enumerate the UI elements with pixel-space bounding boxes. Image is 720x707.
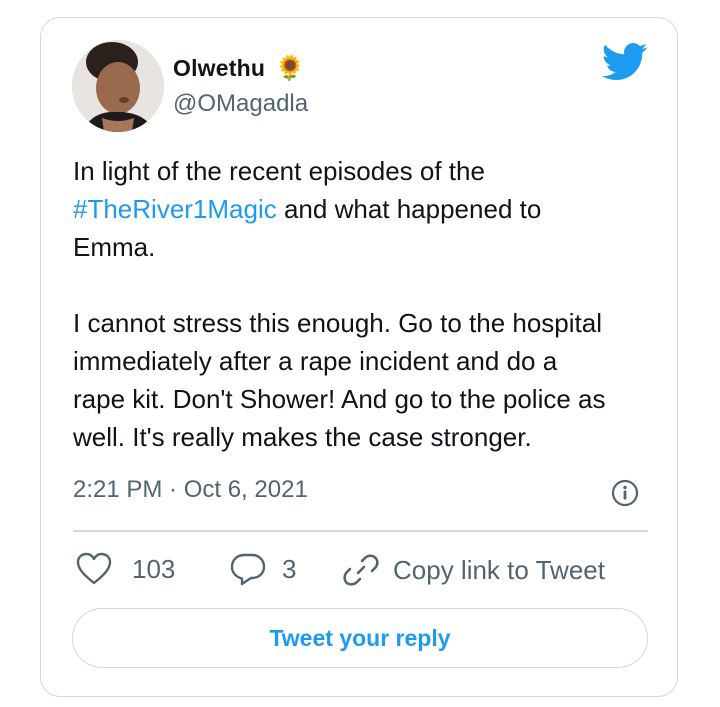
heart-icon[interactable]	[76, 552, 112, 586]
copy-link-label: Copy link to Tweet	[393, 554, 605, 585]
reply-count: 3	[282, 553, 297, 584]
info-icon[interactable]	[611, 479, 639, 507]
tweet-line: immediately after a rape incident and do…	[73, 346, 558, 376]
tweet-line: well. It's really makes the case stronge…	[73, 422, 532, 452]
reply-bubble-icon[interactable]	[230, 552, 266, 586]
tweet-your-reply-button[interactable]: Tweet your reply	[72, 608, 648, 668]
tweet-line: #TheRiver1Magic and what happened to	[73, 190, 663, 228]
hashtag-link[interactable]: #TheRiver1Magic	[73, 194, 277, 224]
tweet-line: I cannot stress this enough. Go to the h…	[73, 308, 602, 338]
like-action[interactable]: 103	[76, 552, 175, 586]
avatar[interactable]	[72, 40, 164, 132]
divider	[73, 530, 648, 532]
tweet-timestamp[interactable]: 2:21 PM · Oct 6, 2021	[73, 476, 308, 504]
author-name-row: Olwethu 🌻	[173, 54, 305, 83]
tweet-line: In light of the recent episodes of the	[73, 156, 485, 186]
copy-link-action[interactable]: Copy link to Tweet	[343, 552, 605, 588]
sunflower-emoji: 🌻	[275, 55, 306, 82]
link-icon[interactable]	[343, 552, 379, 588]
tweet-line-text: and what happened to	[276, 194, 542, 224]
tweet-text: In light of the recent episodes of the #…	[73, 152, 663, 456]
user-handle[interactable]: @OMagadla	[173, 90, 308, 118]
tweet-line: rape kit. Don't Shower! And go to the po…	[73, 384, 606, 414]
reply-action[interactable]: 3	[230, 552, 296, 586]
tweet-line: Emma.	[73, 232, 156, 262]
twitter-logo-icon[interactable]	[602, 42, 648, 82]
like-count: 103	[132, 553, 176, 584]
display-name[interactable]: Olwethu	[173, 55, 265, 82]
